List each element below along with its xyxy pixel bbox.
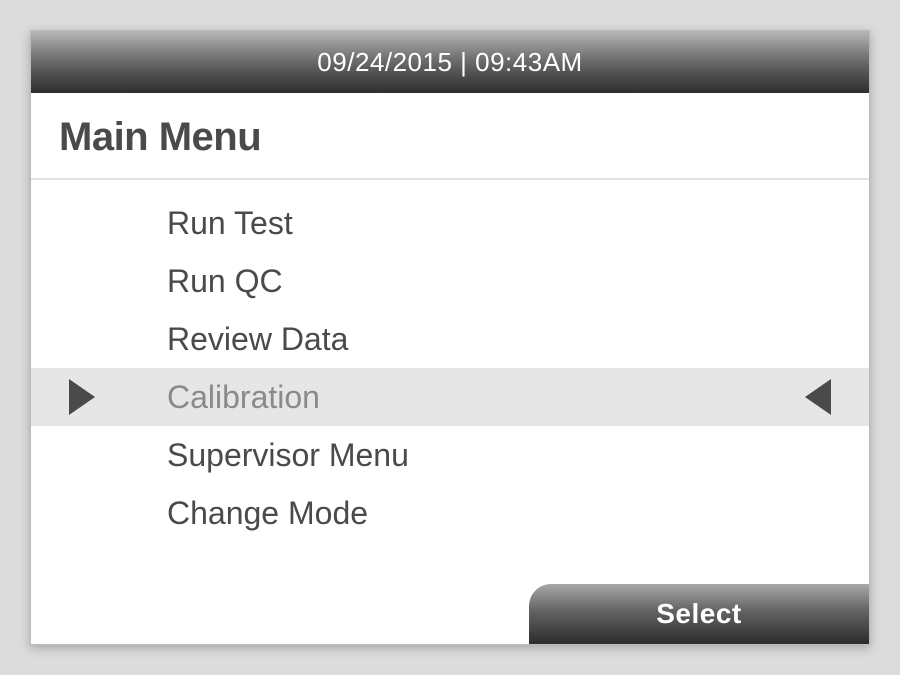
- caret-right-icon: [69, 379, 95, 415]
- menu-list: Run Test Run QC Review Data Calibration …: [31, 180, 869, 644]
- menu-item-run-qc[interactable]: Run QC: [31, 252, 869, 310]
- menu-item-label: Run Test: [167, 205, 293, 242]
- menu-item-change-mode[interactable]: Change Mode: [31, 484, 869, 542]
- caret-left-icon: [805, 379, 831, 415]
- select-button-label: Select: [656, 598, 742, 630]
- menu-item-label: Supervisor Menu: [167, 437, 409, 474]
- menu-item-label: Calibration: [167, 379, 320, 416]
- header-bar: 09/24/2015 | 09:43AM: [31, 31, 869, 93]
- menu-item-label: Review Data: [167, 321, 348, 358]
- menu-item-label: Run QC: [167, 263, 283, 300]
- menu-item-run-test[interactable]: Run Test: [31, 194, 869, 252]
- menu-item-review-data[interactable]: Review Data: [31, 310, 869, 368]
- menu-item-supervisor-menu[interactable]: Supervisor Menu: [31, 426, 869, 484]
- select-button[interactable]: Select: [529, 584, 869, 644]
- menu-item-label: Change Mode: [167, 495, 368, 532]
- device-frame: 09/24/2015 | 09:43AM Main Menu Run Test …: [30, 30, 870, 645]
- header-datetime: 09/24/2015 | 09:43AM: [317, 47, 582, 78]
- title-area: Main Menu: [31, 93, 869, 180]
- page-title: Main Menu: [59, 115, 841, 160]
- menu-item-calibration[interactable]: Calibration: [31, 368, 869, 426]
